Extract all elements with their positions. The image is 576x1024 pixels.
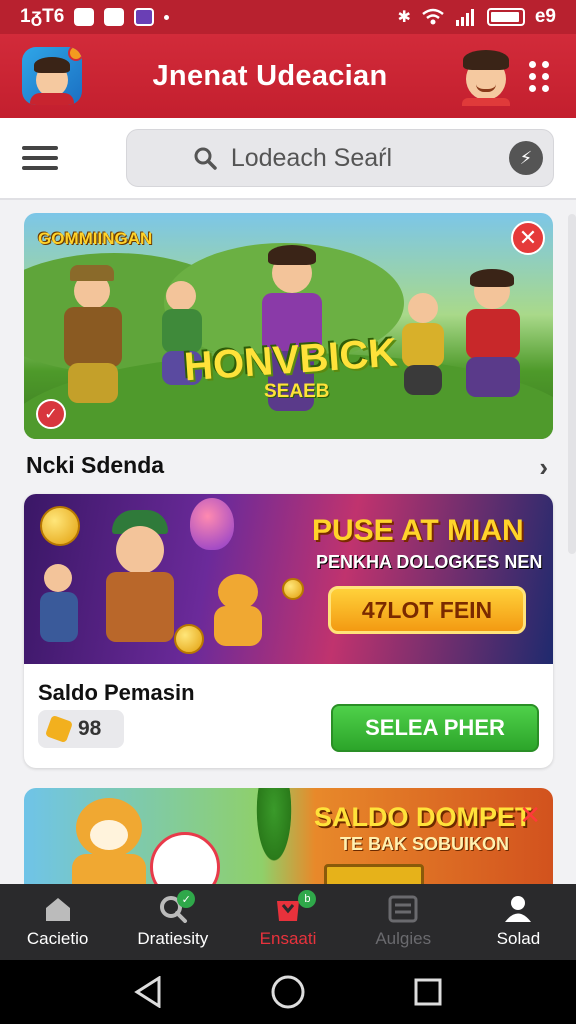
- notification-game-icon: [134, 8, 155, 26]
- nav-item-home[interactable]: Cacietio: [0, 884, 115, 960]
- balance-value: 98: [78, 717, 102, 740]
- nav-item-list[interactable]: Aulgies: [346, 884, 461, 960]
- back-icon[interactable]: [133, 976, 163, 1008]
- scrollbar[interactable]: [568, 214, 576, 554]
- notification-app-icon: [74, 8, 95, 26]
- search-row: Lodeach Seaŕl ⚡: [0, 118, 576, 200]
- close-banner-button[interactable]: ✕: [511, 221, 545, 255]
- chevron-right-icon[interactable]: ›: [539, 452, 548, 483]
- promo-dog: [208, 574, 268, 654]
- app-header: Jnenat Udeacian: [0, 34, 576, 118]
- app-title: Jnenat Udeacian: [152, 59, 388, 92]
- coin-icon: [40, 506, 80, 546]
- signal-icon: [455, 9, 474, 26]
- nav-label: Cacietio: [26, 929, 89, 948]
- logo-notification-dot: [68, 47, 82, 61]
- wifi-icon: [422, 8, 444, 25]
- banner-character: [54, 263, 134, 413]
- nav-badge: ✓: [177, 890, 196, 908]
- nav-label: Aulgies: [375, 929, 432, 948]
- search-placeholder: Lodeach Seaŕl: [230, 143, 393, 172]
- profile-icon: [505, 896, 532, 922]
- card-title: Saldo Pemasin: [38, 680, 195, 705]
- search-input[interactable]: Lodeach Seaŕl ⚡: [125, 129, 554, 187]
- wallet-title: SALDO DOMPET: [314, 802, 532, 832]
- app-logo[interactable]: [22, 47, 82, 105]
- status-bar: 1ᵹT6 ✱ e9: [0, 0, 576, 34]
- status-time: 1ᵹT6: [20, 6, 65, 27]
- nav-item-profile[interactable]: Solad: [461, 884, 576, 960]
- list-icon: [388, 895, 418, 923]
- voice-search-icon[interactable]: ⚡: [509, 141, 543, 175]
- nav-label: Ensaati: [259, 929, 317, 948]
- system-nav-bar: [0, 960, 576, 1024]
- search-icon: [194, 147, 217, 170]
- nav-badge: b: [298, 890, 317, 908]
- promo-button[interactable]: 47LOT FEIN: [328, 586, 526, 634]
- bottom-nav: Cacietio ✓ Dratiesity b Ensaati Aulgies …: [0, 884, 576, 960]
- checkmark-icon[interactable]: ✓: [36, 399, 66, 429]
- battery-level: e9: [534, 6, 556, 27]
- nav-label: Dratiesity: [137, 929, 209, 948]
- promo-title: PUSE AT MIAN: [312, 514, 524, 547]
- bluetooth-icon: ✱: [397, 9, 411, 26]
- notification-camera-icon: [104, 8, 125, 26]
- coin-icon: [282, 578, 304, 600]
- home-circle-icon[interactable]: [270, 974, 306, 1010]
- home-icon: [45, 898, 70, 921]
- palm-tree: [244, 788, 304, 898]
- banner-character: [394, 293, 454, 413]
- select-button[interactable]: SELEA PHER: [331, 704, 539, 752]
- banner-dog: [64, 798, 154, 898]
- promo-character: [34, 564, 84, 654]
- promo-card: PUSE AT MIAN PENKHA DOLOGKES NEN 47LOT F…: [24, 494, 553, 768]
- banner-badge: GOMMIINGAN: [38, 229, 153, 248]
- nav-label: Solad: [496, 929, 541, 948]
- nav-item-search[interactable]: ✓ Dratiesity: [115, 884, 230, 960]
- promo-image[interactable]: PUSE AT MIAN PENKHA DOLOGKES NEN 47LOT F…: [24, 494, 553, 664]
- more-menu-icon[interactable]: [524, 60, 554, 92]
- promo-character: [88, 510, 188, 660]
- coin-stack-icon: [44, 714, 74, 744]
- banner-subtitle: SEAEB: [264, 381, 330, 402]
- recents-icon[interactable]: [413, 977, 443, 1007]
- balance-chip: 98: [38, 710, 124, 748]
- promo-subtitle: PENKHA DOLOGKES NEN: [316, 552, 543, 572]
- nav-item-store[interactable]: b Ensaati: [230, 884, 345, 960]
- wallet-subtitle: TE BAK SOBUIKON: [340, 834, 510, 854]
- close-icon[interactable]: ✕: [519, 800, 541, 831]
- more-notifications-icon: [164, 14, 170, 20]
- featured-banner[interactable]: GOMMIINGAN HONVBICK SEAEB ✕ ✓: [24, 213, 553, 439]
- battery-icon: [486, 8, 525, 26]
- balloon-icon: [190, 498, 234, 550]
- wallet-banner[interactable]: SALDO DOMPET TE BAK SOBUIKON ✕: [24, 788, 553, 898]
- avatar[interactable]: [458, 46, 512, 106]
- hamburger-menu-icon[interactable]: [22, 146, 58, 170]
- section-heading: Ncki Sdenda: [26, 452, 165, 478]
- banner-character: [454, 269, 534, 413]
